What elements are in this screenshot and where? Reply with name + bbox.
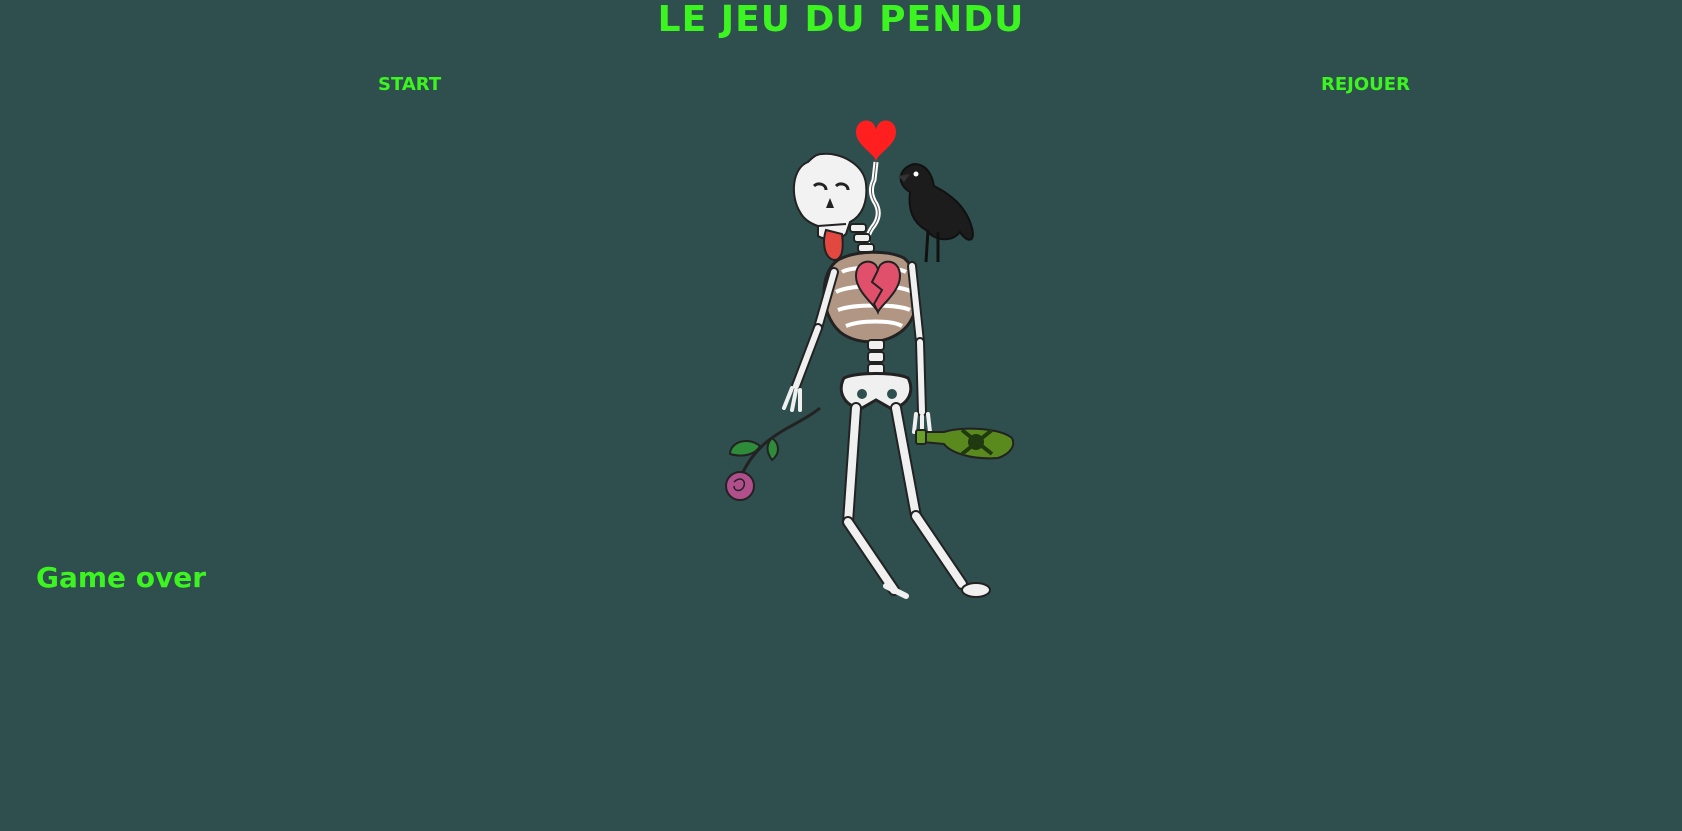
- skull: [792, 152, 868, 262]
- replay-button[interactable]: REJOUER: [1321, 72, 1410, 98]
- tongue: [823, 228, 844, 262]
- left-arm: [782, 267, 839, 412]
- right-arm: [907, 261, 932, 436]
- game-title: LE JEU DU PENDU: [657, 0, 1025, 40]
- poison-bottle-icon: [915, 427, 1015, 460]
- game-page: LE JEU DU PENDU START REJOUER Game over: [0, 0, 1682, 831]
- hanged-skeleton-illustration: [725, 120, 1015, 599]
- start-button[interactable]: START: [378, 72, 441, 98]
- spine: [867, 339, 885, 375]
- ribcage: [822, 250, 920, 344]
- rose-icon: [725, 406, 821, 501]
- heart-icon: [856, 120, 896, 162]
- game-status-text: Game over: [36, 561, 207, 594]
- pelvis: [839, 372, 913, 410]
- crow-icon: [898, 162, 974, 263]
